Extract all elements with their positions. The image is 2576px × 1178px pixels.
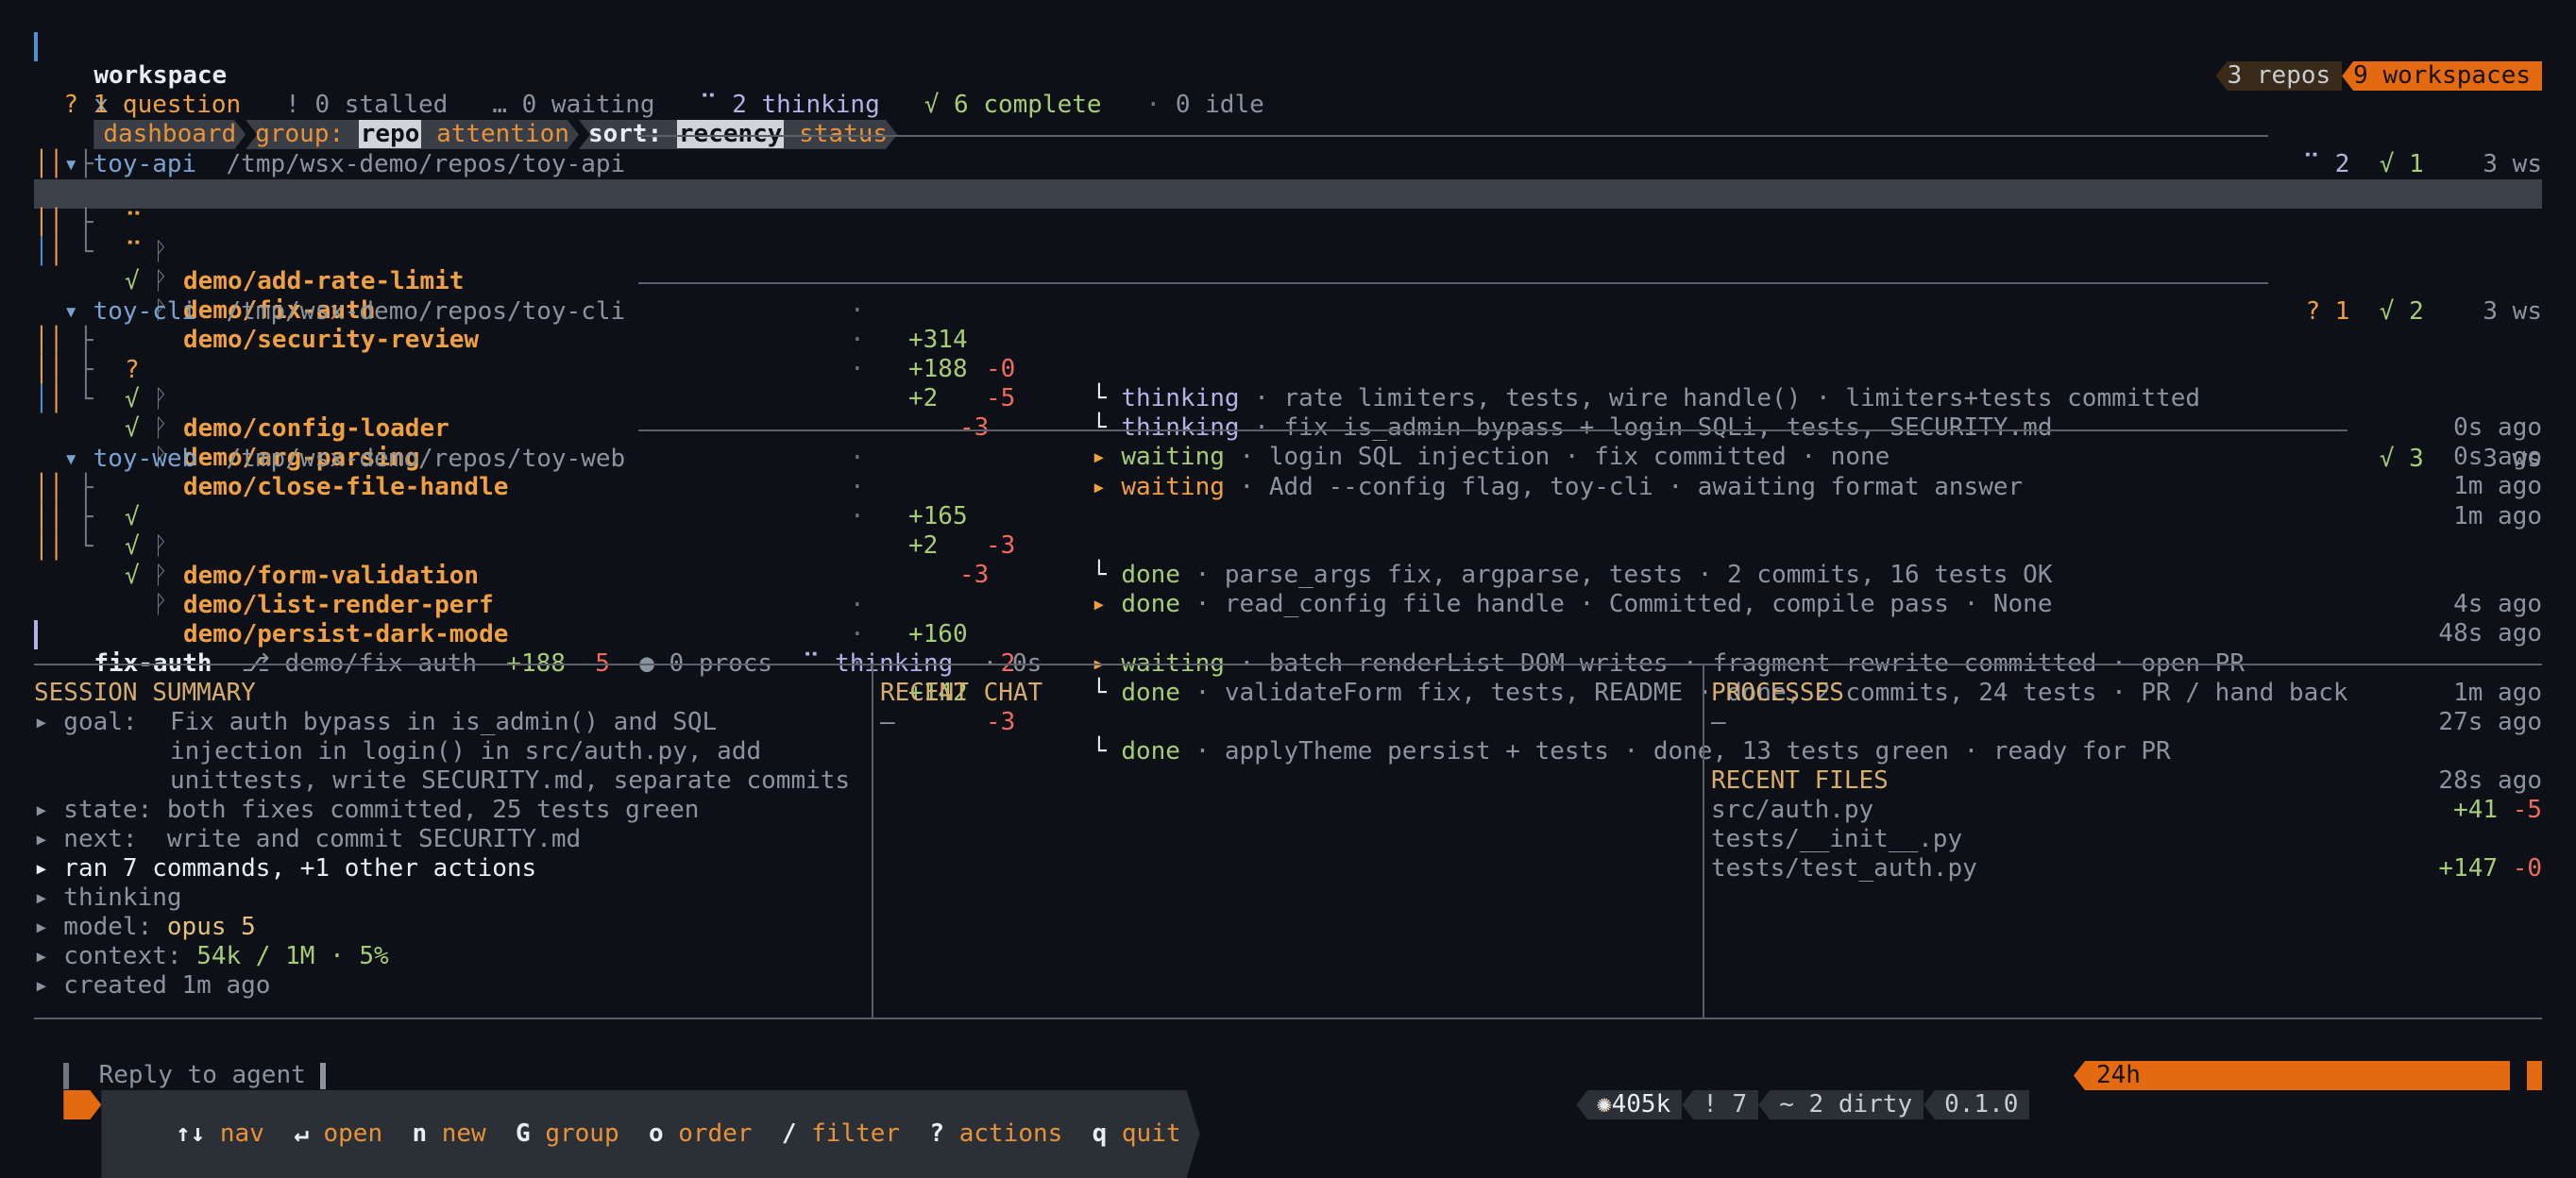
group-hint[interactable]: group: [545, 1119, 619, 1148]
file-item[interactable]: tests/test_auth.py: [1711, 854, 1977, 884]
time-ago: 4s ago: [2453, 590, 2542, 618]
table-row[interactable]: ││ ├ √ ᚹ demo/form-validation · +160 -2 …: [0, 445, 2576, 736]
pane-heading: SESSION SUMMARY: [34, 679, 256, 707]
detail-header: fix-auth ⎇ demo/fix-auth +188 -5 ● 0 pro…: [93, 649, 1042, 678]
question-icon: ?: [63, 91, 78, 119]
table-row-selected[interactable]: ││ ├ ⠉ ᚹ demo/fix-auth · +188 -5 └ think…: [34, 179, 2542, 471]
footer-end-marker: [2527, 1061, 2542, 1090]
waiting-icon: …: [492, 91, 507, 119]
thinking-icon: ⠉: [699, 91, 718, 119]
version: 0.1.0: [1924, 1090, 2030, 1119]
open-hint[interactable]: open: [324, 1119, 383, 1148]
footer-keybar: ↑↓ nav ↵ open n new G group o order / fi…: [34, 1061, 1200, 1090]
file-item[interactable]: tests/__init__.py: [1711, 825, 1962, 854]
recent-files-heading: RECENT FILES: [1711, 766, 1889, 795]
thinking-line[interactable]: ▸ thinking: [34, 884, 182, 913]
table-row[interactable]: ││ ├ √ ᚹ demo/list-render-perf · ▸ waiti…: [0, 474, 2576, 707]
window-indicator[interactable]: 24h: [2074, 1061, 2510, 1090]
task-description: · parse_args fix, argparse, tests · 2 co…: [1179, 561, 2053, 589]
pane-heading: RECENT CHAT: [880, 679, 1043, 707]
reply-input[interactable]: Reply to agent: [34, 1032, 327, 1089]
filter-hint[interactable]: filter: [811, 1119, 900, 1148]
task-description: · rate limiters, tests, wire handle() · …: [1239, 384, 2201, 412]
tree-branch: ││ ├: [34, 150, 93, 178]
dirty-count[interactable]: ~ 2 dirty: [1758, 1090, 1924, 1119]
detail-marker: [34, 620, 38, 649]
state-label: done: [1121, 737, 1180, 766]
state-label: done: [1121, 561, 1180, 589]
quit-hint[interactable]: quit: [1122, 1119, 1181, 1148]
done-status-icon: √: [125, 562, 140, 590]
lines-removed: -3: [959, 561, 990, 589]
created-line: ▸ created 1m ago: [34, 971, 271, 1000]
state-label: done: [1121, 679, 1180, 707]
thinking-status-icon: ⠉: [125, 238, 144, 266]
table-row[interactable]: ││ └ √ ᚹ demo/security-review · +2 -3 ▸ …: [0, 209, 2576, 500]
workspace-name[interactable]: demo/list-render-perf: [183, 591, 494, 620]
idle-icon: ·: [1145, 91, 1161, 119]
nav-hint[interactable]: nav: [220, 1119, 264, 1148]
window-label: 24h: [2096, 1061, 2141, 1089]
order-hint[interactable]: order: [678, 1119, 752, 1148]
footer-status: ✺✺405k! 7 ~ 2 dirty 0.1.0: [1547, 1061, 2030, 1119]
idle-count: 0 idle: [1175, 91, 1264, 119]
branch-icon: ᚹ: [153, 238, 168, 266]
lines-removed: -3: [986, 531, 1016, 560]
alerts-count[interactable]: ! 7: [1682, 1090, 1759, 1119]
task-description: · read_config file handle · Committed, c…: [1179, 590, 2053, 618]
time-ago: 28s ago: [2438, 766, 2542, 795]
new-hint[interactable]: new: [442, 1119, 486, 1148]
stalled-count: 0 stalled: [314, 91, 449, 119]
branch-icon: ᚹ: [153, 562, 168, 590]
lines-removed: -5: [986, 384, 1016, 412]
state-label: done: [1121, 590, 1180, 618]
goal-text: Fix auth bypass in is_admin() and SQL: [170, 708, 718, 736]
header: workspace x dashboard group: repo attenti…: [64, 32, 897, 61]
lines-removed: -3: [986, 708, 1016, 736]
thinking-count: 2 thinking: [732, 91, 880, 119]
model-line: ▸ model: opus 5: [34, 913, 256, 941]
tree-branch: ││ └: [34, 385, 93, 413]
table-row[interactable]: ││ └ √ ᚹ demo/persist-dark-mode · +142 -…: [0, 503, 2576, 795]
context-line: ▸ context: 54k / 1M · 5%: [34, 942, 389, 970]
table-row[interactable]: ││ ├ ? ᚹ demo/config-loader · ▸ waiting …: [0, 297, 2576, 530]
branch-icon: ᚹ: [153, 591, 168, 619]
lines-added: +2: [908, 384, 939, 412]
complete-count: 6 complete: [954, 91, 1102, 119]
time-ago: 1m ago: [2453, 679, 2542, 707]
ran-commands[interactable]: ▸ ran 7 commands, +1 other actions: [34, 854, 536, 884]
pane-heading: PROCESSES: [1711, 679, 1844, 707]
next-line: ▸ next: write and commit SECURITY.md: [34, 825, 582, 853]
question-count: 1 question: [93, 91, 242, 119]
header-marker: [34, 32, 38, 61]
actions-hint[interactable]: actions: [959, 1119, 1063, 1148]
tree-branch: ││ └: [34, 532, 93, 561]
done-status-icon: √: [125, 532, 140, 561]
table-row[interactable]: ││ └ √ ᚹ demo/close-file-handle · +2 -3 …: [0, 356, 2576, 648]
state-label: thinking: [1121, 384, 1240, 412]
task-description: · applyTheme persist + tests · done, 13 …: [1179, 737, 2171, 766]
state-line: ▸ state: both fixes committed, 25 tests …: [34, 796, 700, 824]
done-status-icon: √: [125, 385, 140, 413]
branch-icon: ᚹ: [153, 385, 168, 413]
lines-added: +2: [908, 531, 939, 560]
file-item[interactable]: src/auth.py: [1711, 796, 1873, 825]
branch-icon: ᚹ: [153, 532, 168, 561]
table-row[interactable]: ││ ├ √ ᚹ demo/arg-parsing · +165 -3 └ do…: [0, 327, 2576, 618]
token-usage: ✺✺405k: [1576, 1090, 1683, 1119]
tree-branch: ││ └: [34, 238, 93, 266]
header-counts: 3 repos 9 workspaces: [2186, 32, 2542, 91]
time-ago: 27s ago: [2438, 708, 2542, 736]
workspace-name[interactable]: demo/form-validation: [183, 562, 479, 591]
complete-icon: √: [924, 91, 940, 119]
waiting-count: 0 waiting: [521, 91, 655, 119]
table-row[interactable]: ││ ├ ⠉ ᚹ demo/add-rate-limit · +314 -0 └…: [0, 150, 2576, 442]
status-summary: ? 1 question ! 0 stalled … 0 waiting ⠉ 2…: [34, 61, 2576, 119]
stalled-icon: !: [285, 91, 300, 119]
